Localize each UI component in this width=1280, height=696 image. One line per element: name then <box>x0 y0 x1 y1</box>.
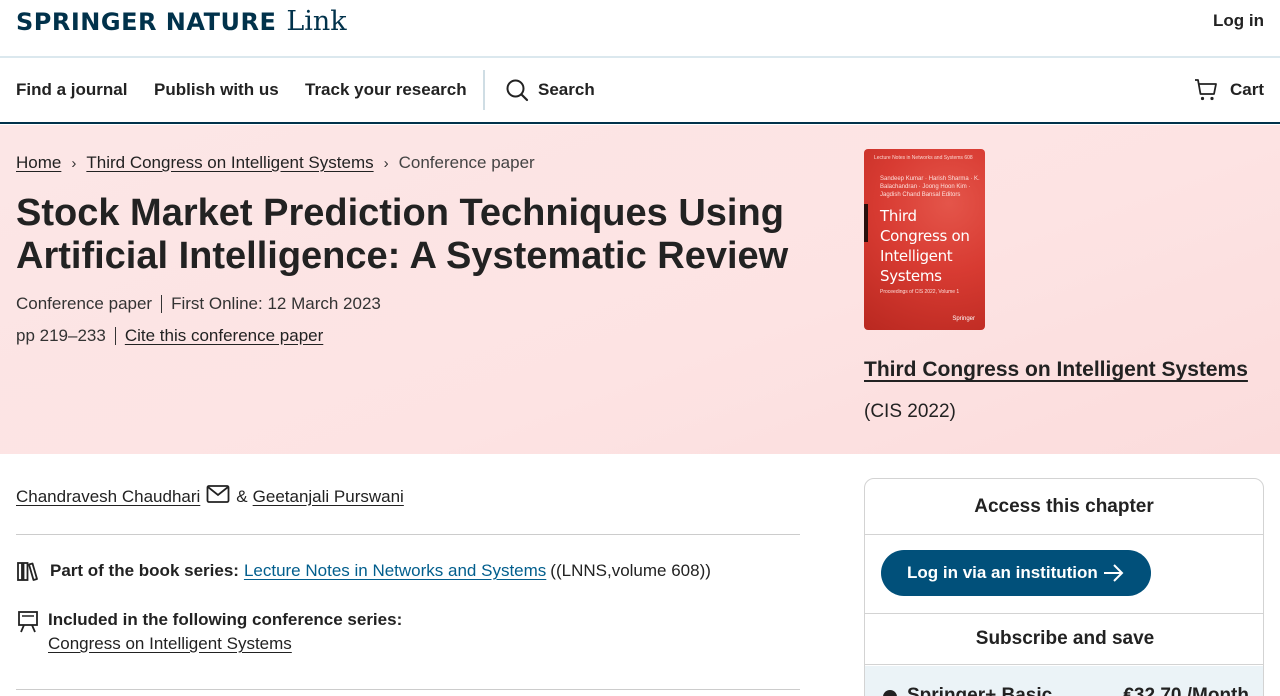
arrow-right-icon <box>1104 564 1124 582</box>
book-series-link[interactable]: Lecture Notes in Networks and Systems <box>244 561 546 581</box>
breadcrumb-book[interactable]: Third Congress on Intelligent Systems <box>86 153 373 173</box>
nav-find-journal[interactable]: Find a journal <box>16 80 127 100</box>
page-range: pp 219–233 <box>16 326 106 345</box>
chevron-right-icon: › <box>383 154 389 172</box>
chevron-right-icon: › <box>71 154 77 172</box>
cart-icon <box>1194 79 1217 101</box>
book-series-volume: ((LNNS,volume 608)) <box>550 561 711 580</box>
divider <box>16 534 800 535</box>
meta-divider <box>161 295 163 313</box>
article-pages-row: pp 219–233 Cite this conference paper <box>16 326 323 346</box>
login-link[interactable]: Log in <box>1213 11 1264 31</box>
conference-abbreviation: (CIS 2022) <box>864 401 956 422</box>
search-label: Search <box>538 80 595 99</box>
search-button[interactable]: Search <box>505 78 595 102</box>
breadcrumb: Home › Third Congress on Intelligent Sys… <box>16 153 535 173</box>
book-series-row: Part of the book series: Lecture Notes i… <box>16 560 711 582</box>
nav-divider <box>483 70 485 110</box>
author-link[interactable]: Geetanjali Purswani <box>253 487 404 507</box>
subscribe-heading: Subscribe and save <box>865 613 1263 665</box>
author-link[interactable]: Chandravesh Chaudhari <box>16 487 200 507</box>
cover-title: Third Congress on Intelligent Systems <box>880 207 970 285</box>
article-type: Conference paper <box>16 294 153 313</box>
cover-subtitle: Proceedings of CIS 2022, Volume 1 <box>880 289 960 295</box>
article-hero: Home › Third Congress on Intelligent Sys… <box>0 125 1280 454</box>
conference-series-label: Included in the following conference ser… <box>48 610 403 629</box>
page-title: Stock Market Prediction Techniques Using… <box>16 192 789 277</box>
book-title-link[interactable]: Third Congress on Intelligent Systems <box>864 358 1248 382</box>
plan-option[interactable]: Springer+ Basic €32.70 /Month <box>865 666 1263 696</box>
breadcrumb-home[interactable]: Home <box>16 153 61 173</box>
conference-series-link[interactable]: Congress on Intelligent Systems <box>48 634 292 654</box>
login-institution-button[interactable]: Log in via an institution <box>881 550 1151 596</box>
cover-editors: Sandeep Kumar · Harish Sharma · K. Balac… <box>880 176 980 198</box>
cover-series-line: Lecture Notes in Networks and Systems 60… <box>874 155 973 161</box>
book-series-label: Part of the book series: <box>50 561 239 580</box>
logo-brand-text: SPRINGER NATURE <box>16 8 277 36</box>
cite-link[interactable]: Cite this conference paper <box>125 326 323 346</box>
book-cover-image[interactable]: Lecture Notes in Networks and Systems 60… <box>864 149 985 330</box>
access-heading: Access this chapter <box>865 479 1263 535</box>
breadcrumb-current: Conference paper <box>398 153 535 172</box>
author-connector: & <box>236 486 248 506</box>
books-icon <box>17 562 38 581</box>
access-panel: Access this chapter Log in via an instit… <box>864 478 1264 696</box>
nav-track-research[interactable]: Track your research <box>305 80 467 100</box>
cover-stripe <box>864 204 868 242</box>
plan-name: Springer+ Basic <box>907 685 1053 696</box>
login-institution-label: Log in via an institution <box>907 563 1098 582</box>
springer-nature-link-logo[interactable]: SPRINGER NATURE Link <box>16 6 347 37</box>
email-icon[interactable] <box>206 484 230 509</box>
divider <box>16 689 800 690</box>
cover-publisher: Springer <box>952 316 975 322</box>
meta-divider <box>114 327 116 345</box>
radio-selected-icon[interactable] <box>883 690 897 696</box>
plan-price: €32.70 /Month <box>1123 685 1249 696</box>
top-bar: SPRINGER NATURE Link Log in <box>0 0 1280 58</box>
author-list: Chandravesh Chaudhari & Geetanjali Pursw… <box>16 484 404 509</box>
presentation-icon <box>18 611 38 633</box>
cart-label: Cart <box>1229 80 1264 99</box>
nav-publish-with-us[interactable]: Publish with us <box>154 80 279 100</box>
logo-link-text: Link <box>286 6 347 37</box>
first-online-date: First Online: 12 March 2023 <box>171 294 381 313</box>
search-icon <box>506 79 529 102</box>
article-meta: Conference paper First Online: 12 March … <box>16 294 381 314</box>
main-nav: Find a journal Publish with us Track you… <box>0 58 1280 124</box>
cart-button[interactable]: Cart <box>1194 78 1264 102</box>
